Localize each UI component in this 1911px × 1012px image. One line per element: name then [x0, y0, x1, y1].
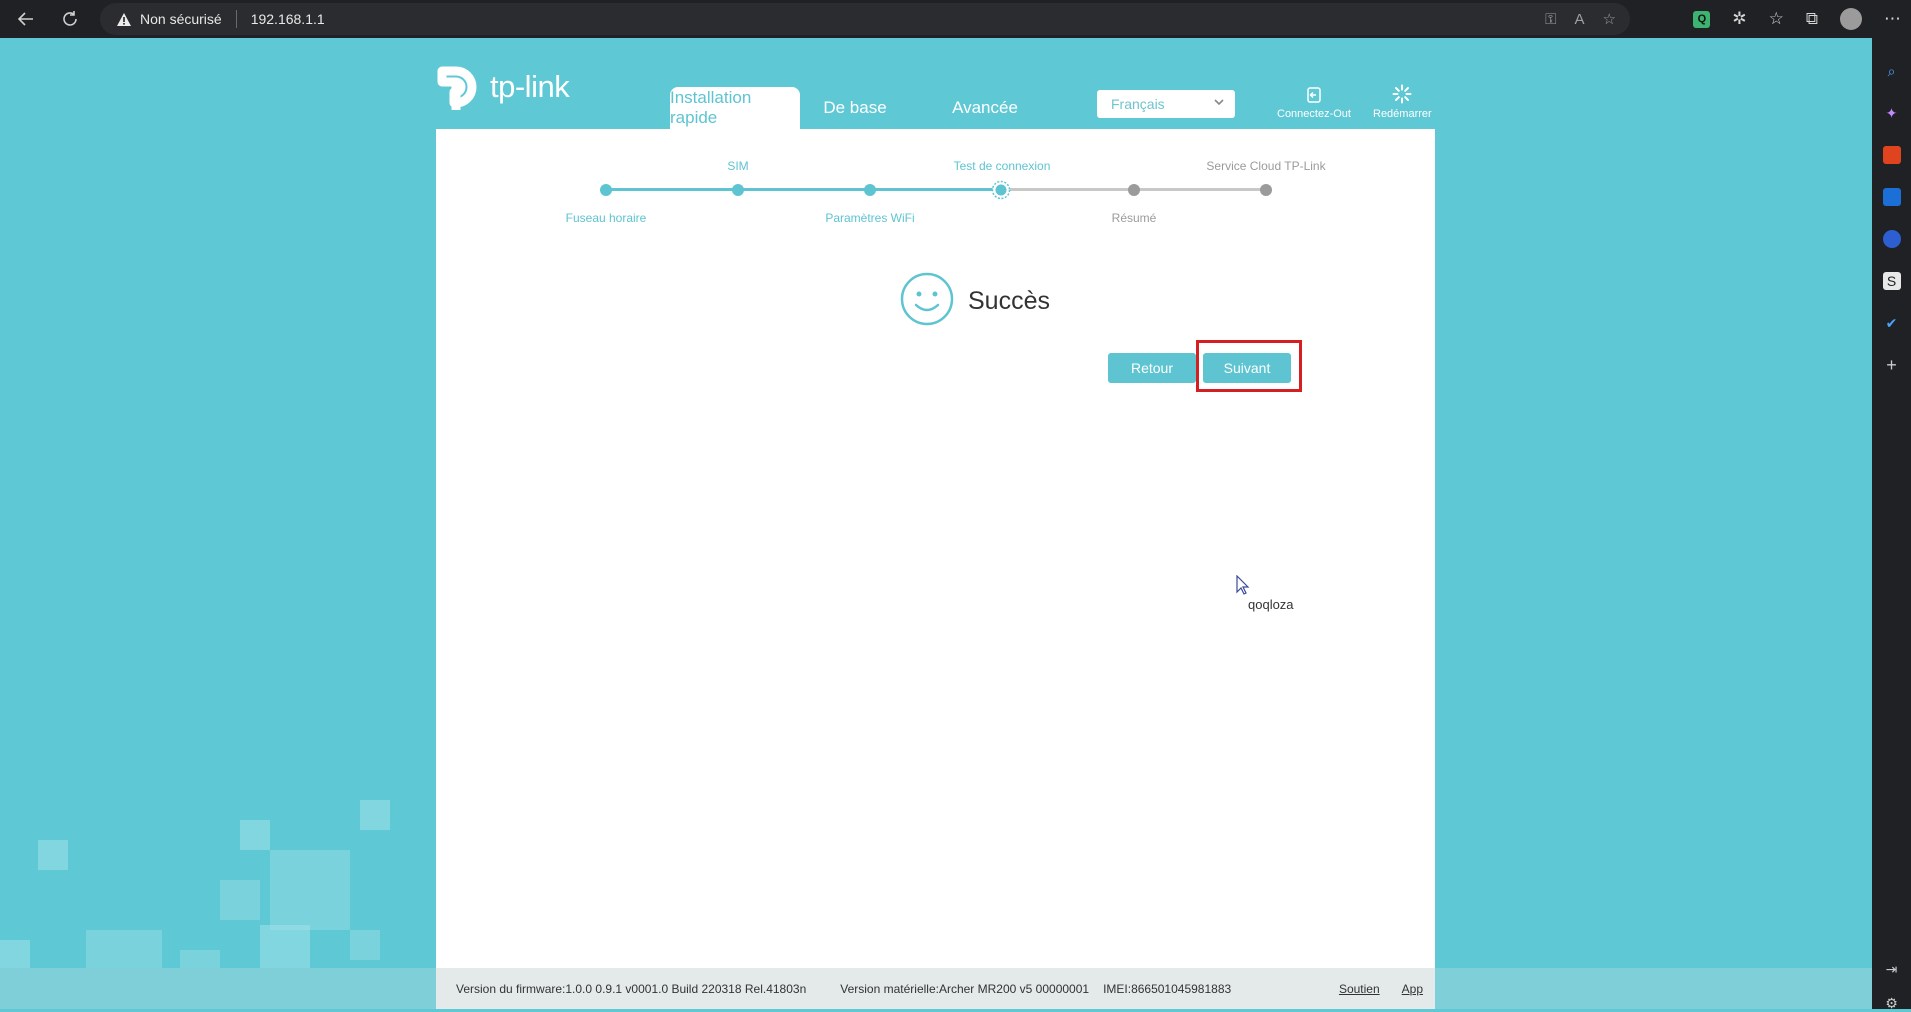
tab-de-base[interactable]: De base: [800, 87, 910, 129]
add-icon[interactable]: +: [1883, 355, 1901, 375]
search-icon[interactable]: ⌕: [1883, 62, 1901, 80]
games-icon[interactable]: [1882, 230, 1901, 248]
background-decoration: [240, 820, 270, 850]
tools-icon[interactable]: S: [1882, 272, 1901, 290]
step-dot-fuseau-horaire: [600, 184, 612, 196]
firmware-version: Version du firmware:1.0.0 0.9.1 v0001.0 …: [456, 981, 807, 996]
step-label-parametres-wifi: Paramètres WiFi: [825, 211, 915, 225]
chevron-down-icon: [1213, 96, 1225, 111]
back-button[interactable]: Retour: [1108, 353, 1196, 383]
key-icon[interactable]: ⚿: [1545, 11, 1556, 28]
refresh-icon[interactable]: [52, 1, 88, 37]
office-icon[interactable]: [1882, 146, 1901, 164]
step-dot-sim: [732, 184, 744, 196]
background-decoration: [220, 880, 260, 920]
background-decoration: [38, 840, 68, 870]
cursor-label: qoqloza: [1248, 597, 1294, 612]
sidebar-hide-icon[interactable]: ⇥: [1883, 960, 1901, 978]
back-icon[interactable]: [8, 1, 44, 37]
logout-icon: [1305, 82, 1323, 104]
step-label-cloud: Service Cloud TP-Link: [1206, 159, 1326, 173]
logout-button[interactable]: Connectez-Out: [1277, 82, 1351, 120]
logo-text: tp-link: [490, 69, 570, 104]
main-tabs: Installation rapide De base Avancée: [670, 87, 1060, 129]
step-label-resume: Résumé: [1111, 211, 1157, 225]
background-decoration: [270, 850, 350, 930]
smiley-icon: [900, 272, 954, 331]
step-dot-cloud: [1260, 184, 1272, 196]
language-select[interactable]: Français: [1097, 90, 1235, 118]
favorites-icon[interactable]: ☆: [1769, 9, 1784, 29]
success-text: Succès: [968, 287, 1050, 315]
reboot-icon: [1392, 82, 1412, 104]
security-label: Non sécurisé: [140, 11, 222, 27]
warning-icon: [116, 12, 132, 27]
reboot-button[interactable]: Redémarrer: [1373, 82, 1432, 120]
copilot-icon[interactable]: ✦: [1883, 104, 1901, 122]
browser-toolbar: Non sécurisé 192.168.1.1 ⚿ A ☆ Q ✲ ☆ ⧉ ⋯: [0, 0, 1911, 38]
next-button-highlight: [1196, 340, 1302, 392]
collections-icon[interactable]: ⧉: [1806, 9, 1818, 29]
footer: Version du firmware:1.0.0 0.9.1 v0001.0 …: [436, 968, 1435, 1009]
url-text: 192.168.1.1: [250, 11, 325, 27]
step-dot-parametres-wifi: [864, 184, 876, 196]
read-aloud-icon[interactable]: A: [1575, 11, 1585, 28]
settings-icon[interactable]: ⚙: [1883, 994, 1901, 1012]
language-value: Français: [1111, 96, 1165, 112]
success-message: Succès: [900, 272, 1050, 331]
progress-line-done: [606, 188, 1001, 191]
tp-link-logo-icon: [436, 62, 486, 112]
content-panel: [436, 129, 1435, 1009]
address-separator: [235, 10, 237, 28]
address-bar[interactable]: Non sécurisé 192.168.1.1 ⚿ A ☆: [100, 3, 1630, 35]
telegram-icon[interactable]: ✔: [1883, 314, 1901, 332]
step-dot-test-connexion: [991, 180, 1011, 200]
hardware-version: Version matérielle:Archer MR200 v5 00000…: [840, 981, 1090, 996]
step-label-test-connexion: Test de connexion: [953, 159, 1051, 173]
background-decoration: [350, 930, 380, 960]
support-link[interactable]: Soutien: [1339, 982, 1380, 996]
step-label-sim: SIM: [727, 159, 749, 173]
more-icon[interactable]: ⋯: [1884, 9, 1901, 29]
background-decoration: [0, 940, 30, 970]
tp-link-logo[interactable]: tp-link: [436, 62, 570, 112]
outlook-icon[interactable]: [1882, 188, 1901, 206]
edge-sidebar: ⌕ ✦ S ✔ + ⇥ ⚙: [1872, 38, 1911, 1012]
favorite-add-icon[interactable]: ☆: [1603, 10, 1616, 28]
tab-installation-rapide[interactable]: Installation rapide: [670, 87, 800, 129]
logout-label: Connectez-Out: [1277, 108, 1351, 120]
reboot-label: Redémarrer: [1373, 108, 1432, 120]
profile-icon[interactable]: [1840, 8, 1862, 30]
puzzle-icon[interactable]: ✲: [1732, 9, 1746, 29]
app-link[interactable]: App: [1402, 982, 1423, 996]
step-label-fuseau-horaire: Fuseau horaire: [565, 211, 647, 225]
tab-avancee[interactable]: Avancée: [910, 87, 1060, 129]
background-decoration: [360, 800, 390, 830]
step-dot-resume: [1128, 184, 1140, 196]
imei: IMEI:866501045981883: [1103, 981, 1232, 996]
extension-icon[interactable]: Q: [1693, 10, 1711, 28]
